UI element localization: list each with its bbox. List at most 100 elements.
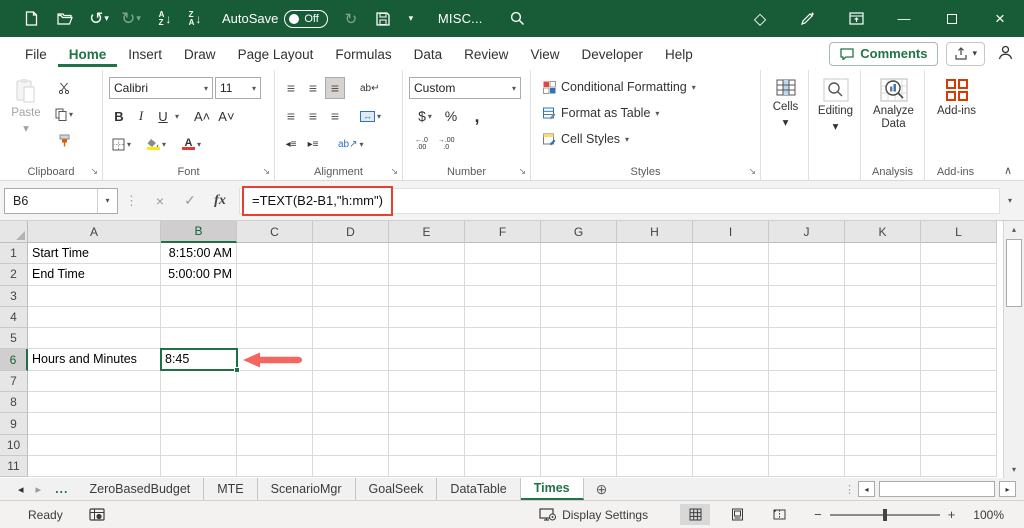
cell-J6[interactable] <box>769 349 845 371</box>
formula-input[interactable]: =TEXT(B2-B1,"h:mm") <box>239 185 1000 216</box>
cell-A7[interactable] <box>28 370 161 393</box>
zoom-in-button[interactable]: + <box>948 507 956 522</box>
cell-G4[interactable] <box>541 306 617 329</box>
cell-E4[interactable] <box>389 306 465 329</box>
sheet-tab-goalseek[interactable]: GoalSeek <box>356 478 438 500</box>
hscroll-right-icon[interactable]: ▸ <box>999 481 1016 497</box>
cell-A8[interactable] <box>28 392 161 414</box>
cell-H7[interactable] <box>617 370 693 393</box>
cell-L10[interactable] <box>921 434 997 456</box>
column-header-D[interactable]: D <box>313 221 389 243</box>
sheet-tab-zerobasedbudget[interactable]: ZeroBasedBudget <box>76 478 205 500</box>
column-header-C[interactable]: C <box>237 221 313 243</box>
tab-review[interactable]: Review <box>453 40 519 67</box>
autosave-toggle[interactable]: Off <box>284 9 328 28</box>
cell-I2[interactable] <box>693 264 769 286</box>
cell-K11[interactable] <box>845 455 921 478</box>
increase-font-size-button[interactable]: A˄ <box>191 105 213 127</box>
merge-center-button[interactable]: ↔ ▾ <box>357 105 384 127</box>
cell-L6[interactable] <box>921 349 997 371</box>
zoom-slider-thumb[interactable] <box>882 508 887 521</box>
cell-B4[interactable] <box>161 306 237 329</box>
analyze-data-button[interactable]: Analyze Data <box>867 74 920 131</box>
zoom-slider[interactable] <box>829 508 940 521</box>
cell-L1[interactable] <box>921 243 997 265</box>
cell-E6[interactable] <box>389 349 465 371</box>
cell-A2[interactable]: End Time <box>28 264 161 286</box>
cell-K8[interactable] <box>845 392 921 414</box>
sheet-overflow-button[interactable]: ... <box>47 478 76 500</box>
open-folder-icon[interactable] <box>52 6 78 32</box>
cell-J5[interactable] <box>769 328 845 350</box>
row-header-4[interactable]: 4 <box>0 306 28 329</box>
undo-chevron-icon[interactable]: ▾ <box>104 13 109 24</box>
cell-L11[interactable] <box>921 455 997 478</box>
cell-C11[interactable] <box>237 455 313 478</box>
formula-text[interactable]: =TEXT(B2-B1,"h:mm") <box>252 193 383 208</box>
row-header-9[interactable]: 9 <box>0 413 28 435</box>
display-settings-button[interactable]: Display Settings <box>539 508 648 522</box>
cell-K10[interactable] <box>845 434 921 456</box>
cell-H9[interactable] <box>617 413 693 435</box>
insert-function-button[interactable]: fx <box>205 188 235 214</box>
cell-H6[interactable] <box>617 349 693 371</box>
tab-splitter-handle[interactable]: ⋮ <box>844 483 855 496</box>
cell-G7[interactable] <box>541 370 617 393</box>
cell-H8[interactable] <box>617 392 693 414</box>
ribbon-display-options-icon[interactable] <box>832 0 880 37</box>
cell-L5[interactable] <box>921 328 997 350</box>
normal-view-button[interactable] <box>680 504 711 525</box>
cell-E7[interactable] <box>389 370 465 393</box>
save-dropdown-icon[interactable]: ▾ <box>398 6 424 32</box>
cell-F3[interactable] <box>465 285 541 307</box>
cell-J1[interactable] <box>769 243 845 265</box>
sort-ascending-button[interactable]: A Z ↓ <box>152 6 178 32</box>
cell-H11[interactable] <box>617 455 693 478</box>
row-header-10[interactable]: 10 <box>0 434 28 456</box>
sheet-tab-datatable[interactable]: DataTable <box>437 478 521 500</box>
cell-C1[interactable] <box>237 243 313 265</box>
cell-C7[interactable] <box>237 370 313 393</box>
add-ins-button[interactable]: Add-ins <box>931 74 982 118</box>
cell-I6[interactable] <box>693 349 769 371</box>
decrease-decimal-button[interactable]: →.00.0 <box>438 137 455 152</box>
cell-B5[interactable] <box>161 328 237 350</box>
cell-J7[interactable] <box>769 370 845 393</box>
cell-H4[interactable] <box>617 306 693 329</box>
orientation-button[interactable]: ab↗ ▾ <box>335 133 367 155</box>
cell-H1[interactable] <box>617 243 693 265</box>
cell-B3[interactable] <box>161 285 237 307</box>
tab-page-layout[interactable]: Page Layout <box>227 40 325 67</box>
expand-formula-bar-icon[interactable]: ▾ <box>1000 196 1020 205</box>
cell-K5[interactable] <box>845 328 921 350</box>
new-file-icon[interactable] <box>18 6 44 32</box>
cell-B9[interactable] <box>161 413 237 435</box>
cell-C10[interactable] <box>237 434 313 456</box>
cell-L8[interactable] <box>921 392 997 414</box>
tab-file[interactable]: File <box>14 40 58 67</box>
cell-D7[interactable] <box>313 370 389 393</box>
cell-G6[interactable] <box>541 349 617 371</box>
cell-E11[interactable] <box>389 455 465 478</box>
fill-handle[interactable] <box>234 367 240 373</box>
cell-I5[interactable] <box>693 328 769 350</box>
number-dialog-launcher-icon[interactable]: ↘ <box>518 166 526 177</box>
vertical-scrollbar[interactable]: ▴ ▾ <box>1003 221 1024 478</box>
styles-dialog-launcher-icon[interactable]: ↘ <box>748 166 756 177</box>
cell-A3[interactable] <box>28 285 161 307</box>
cell-L4[interactable] <box>921 306 997 329</box>
vertical-scroll-thumb[interactable] <box>1006 239 1022 307</box>
format-as-table-button[interactable]: Format as Table ▾ <box>543 100 756 126</box>
increase-decimal-button[interactable]: ←.0.00 <box>415 137 428 152</box>
cell-D6[interactable] <box>313 349 389 371</box>
cell-styles-button[interactable]: Cell Styles ▾ <box>543 126 756 152</box>
percent-style-button[interactable]: % <box>441 105 461 127</box>
hscroll-left-icon[interactable]: ◂ <box>858 481 875 497</box>
accounting-format-button[interactable]: $ ▾ <box>415 105 435 127</box>
italic-button[interactable]: I <box>131 105 151 127</box>
close-button[interactable]: × <box>976 0 1024 37</box>
cell-K3[interactable] <box>845 285 921 307</box>
cell-D4[interactable] <box>313 306 389 329</box>
alignment-dialog-launcher-icon[interactable]: ↘ <box>390 166 398 177</box>
tab-view[interactable]: View <box>519 40 570 67</box>
